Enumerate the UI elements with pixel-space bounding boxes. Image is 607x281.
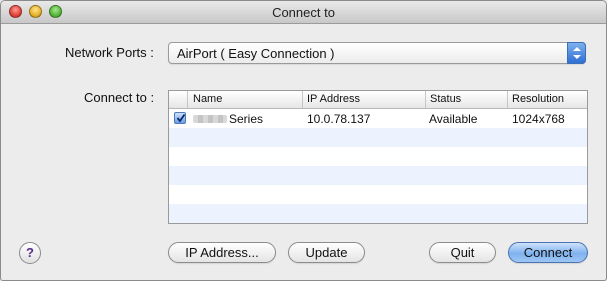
network-ports-value: AirPort ( Easy Connection ) — [177, 46, 335, 61]
help-button[interactable]: ? — [19, 242, 41, 264]
redacted-name-prefix — [193, 115, 227, 123]
row-ip-address: 10.0.78.137 — [307, 112, 371, 126]
row-checkbox[interactable] — [174, 112, 186, 124]
column-header-name[interactable]: Name — [189, 93, 222, 105]
quit-button[interactable]: Quit — [429, 242, 496, 263]
column-header-ip-address[interactable]: IP Address — [303, 93, 360, 105]
select-stepper-icon[interactable] — [567, 42, 586, 64]
row-resolution: 1024x768 — [512, 112, 565, 126]
ip-address-button[interactable]: IP Address... — [168, 242, 276, 263]
empty-row — [169, 147, 587, 166]
update-button[interactable]: Update — [288, 242, 365, 263]
window-title: Connect to — [272, 5, 335, 20]
empty-row — [169, 166, 587, 185]
empty-row — [169, 128, 587, 147]
connect-to-label: Connect to : — [84, 90, 155, 105]
connect-to-window: Connect to Network Ports : AirPort ( Eas… — [0, 0, 607, 281]
network-ports-select[interactable]: AirPort ( Easy Connection ) — [168, 42, 586, 64]
table-header: Name IP Address Status Resolution — [169, 91, 587, 109]
empty-row — [169, 204, 587, 223]
table-row[interactable]: Series 10.0.78.137 Available 1024x768 — [169, 109, 587, 128]
column-header-status[interactable]: Status — [426, 93, 461, 105]
empty-row — [169, 185, 587, 204]
column-header-resolution[interactable]: Resolution — [508, 93, 564, 105]
printer-table[interactable]: Name IP Address Status Resolution Series… — [168, 90, 588, 224]
row-name: Series — [229, 112, 264, 126]
connect-button[interactable]: Connect — [508, 242, 588, 263]
network-ports-label: Network Ports : — [65, 45, 154, 60]
title-bar: Connect to — [1, 1, 606, 24]
row-status: Available — [429, 112, 478, 126]
